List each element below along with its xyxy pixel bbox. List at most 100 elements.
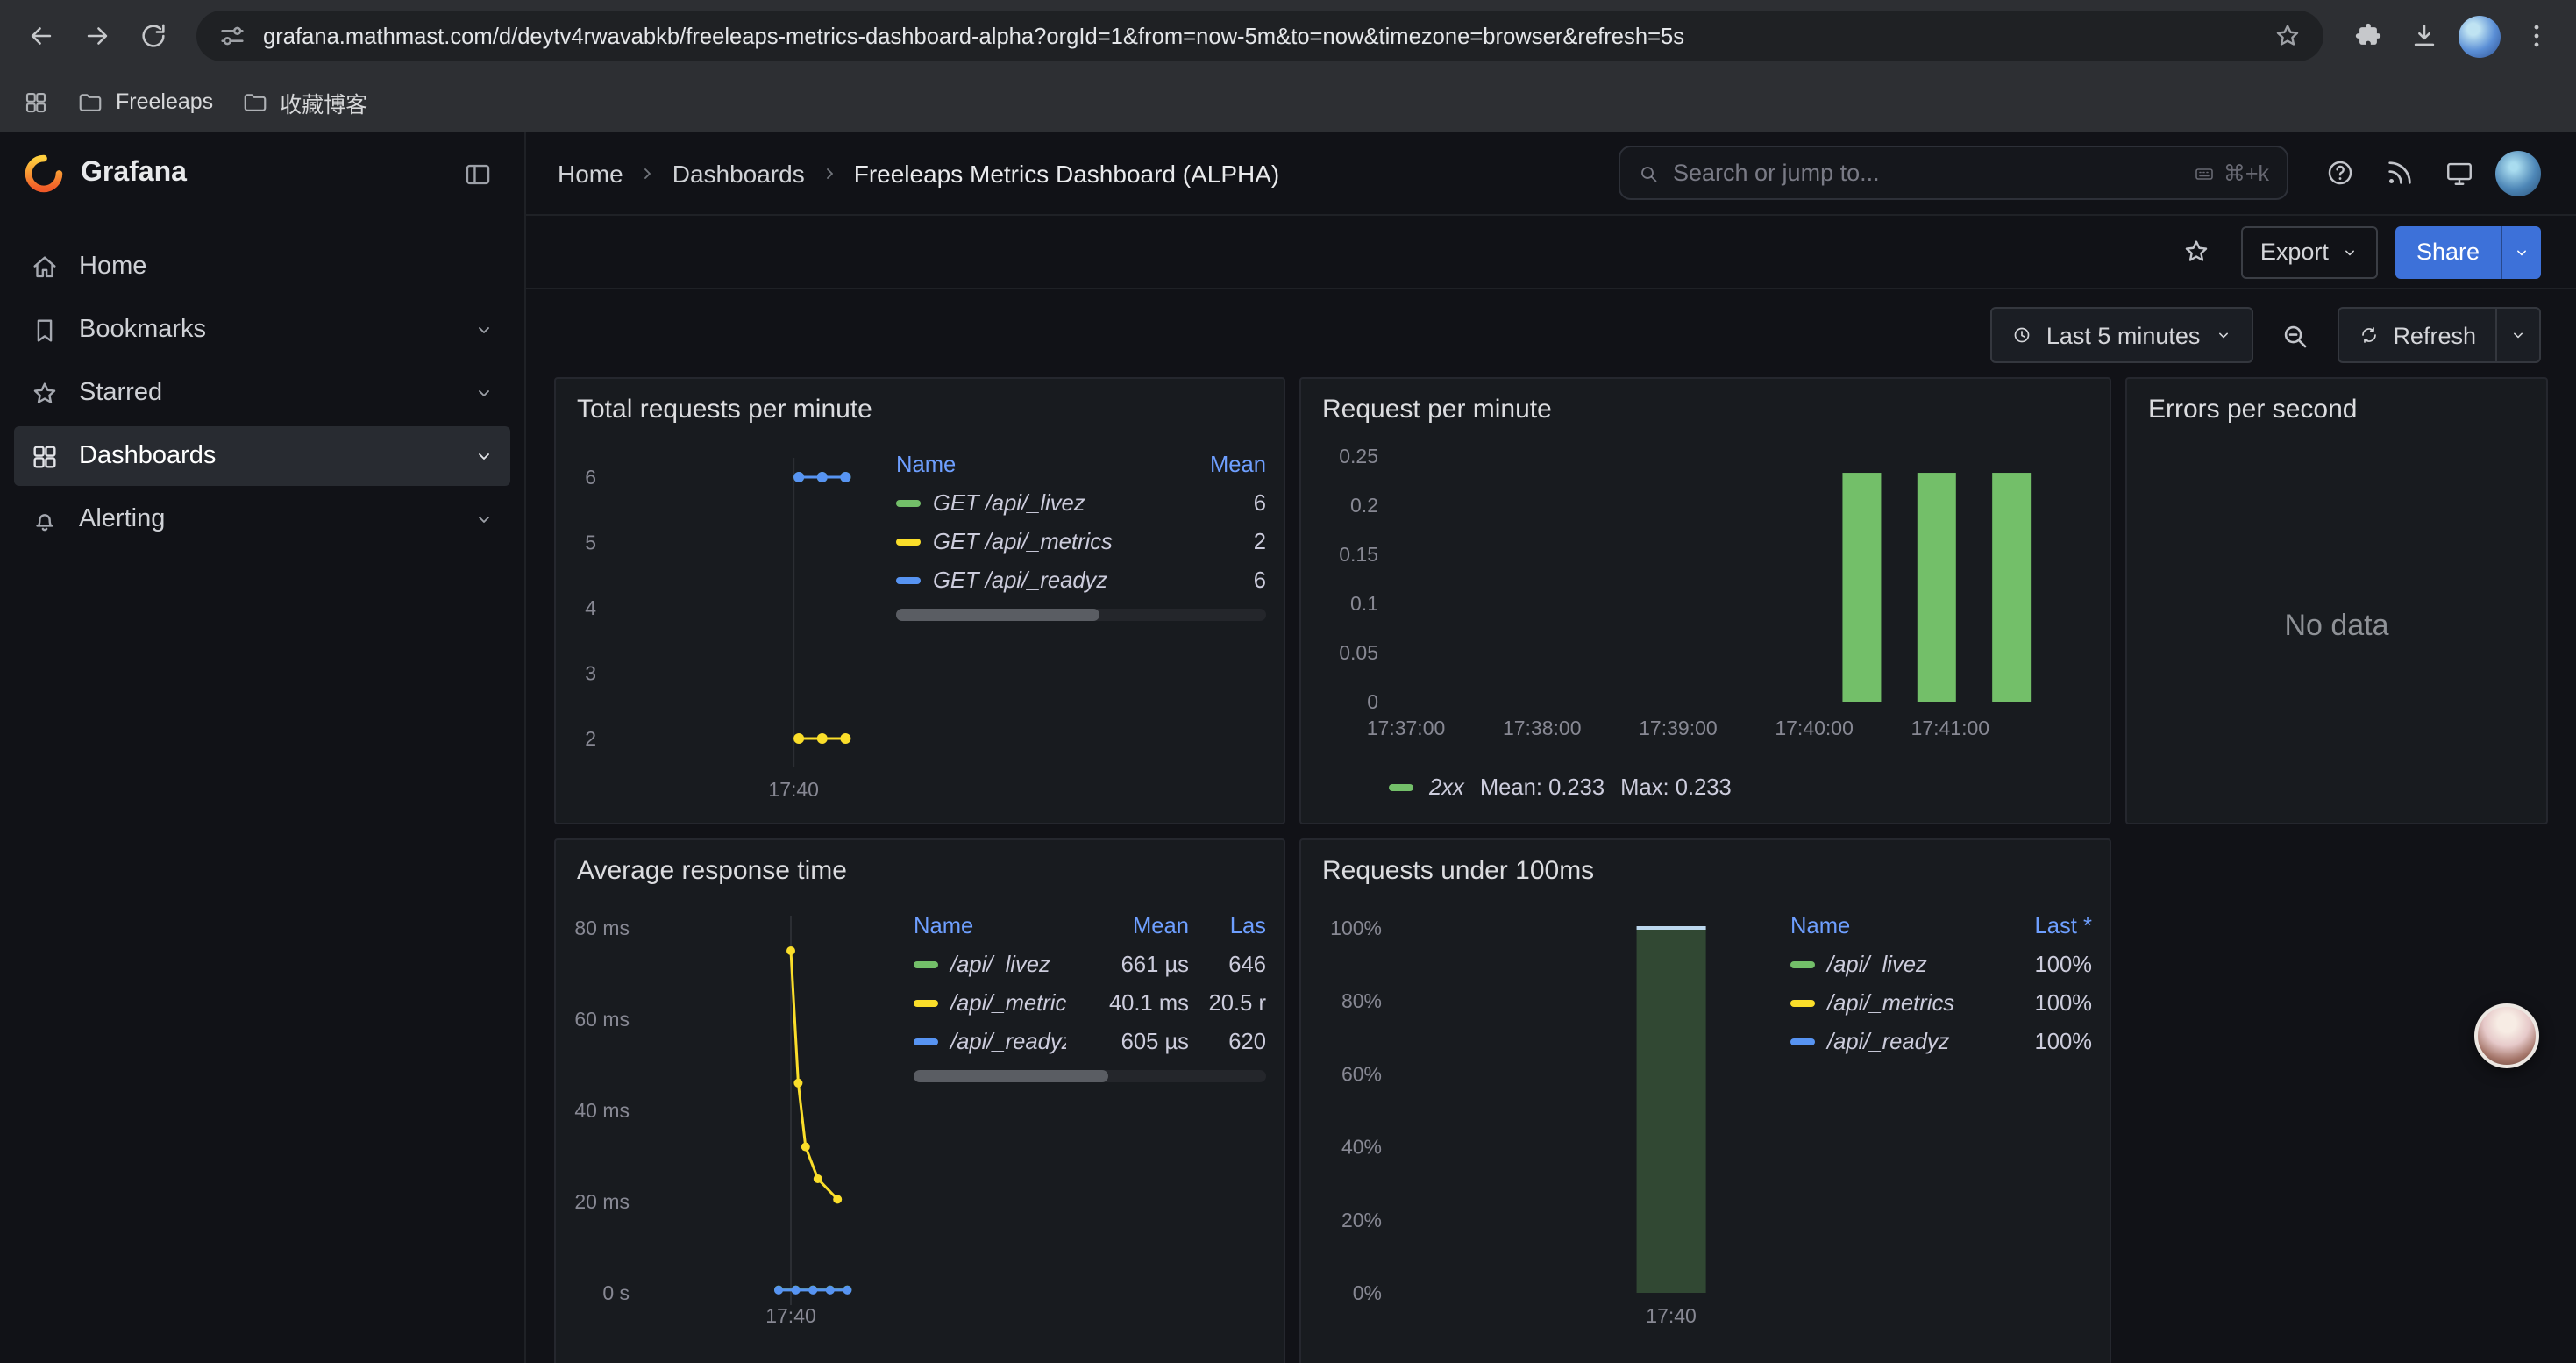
home-icon — [30, 252, 60, 282]
legend-header-mean[interactable]: Mean — [1175, 451, 1266, 477]
legend-header-name[interactable]: Name — [914, 912, 1066, 938]
user-avatar[interactable] — [2492, 146, 2544, 199]
scrollbar-thumb[interactable] — [914, 1070, 1107, 1082]
search-input[interactable]: Search or jump to... ⌘+k — [1619, 146, 2288, 200]
dashboard-toolbar: Export Share — [526, 216, 2576, 289]
share-menu-button[interactable] — [2501, 225, 2541, 278]
bookmark-freeleaps[interactable]: Freeleaps — [77, 89, 213, 115]
share-button[interactable]: Share — [2395, 225, 2501, 278]
refresh-interval-button[interactable] — [2495, 307, 2541, 363]
chevron-down-icon[interactable] — [473, 509, 495, 530]
legend-scrollbar[interactable] — [914, 1070, 1266, 1082]
site-settings-icon[interactable] — [217, 21, 247, 51]
help-button[interactable] — [2313, 146, 2366, 199]
series-swatch — [914, 999, 938, 1006]
svg-text:0 s: 0 s — [602, 1281, 630, 1304]
assistant-avatar[interactable] — [2474, 1003, 2539, 1068]
chevron-right-icon — [819, 162, 840, 183]
chevron-down-icon[interactable] — [473, 319, 495, 340]
svg-text:0.05: 0.05 — [1339, 641, 1378, 664]
legend-inline: 2xx Mean: 0.233 Max: 0.233 — [1305, 774, 2092, 800]
url-bar[interactable]: grafana.mathmast.com/d/deytv4rwavabkb/fr… — [196, 11, 2323, 61]
legend-series[interactable]: GET /api/_livez — [896, 489, 1164, 516]
svg-text:0.2: 0.2 — [1350, 494, 1378, 517]
series-swatch — [1389, 783, 1413, 790]
legend-series[interactable]: GET /api/_readyz — [896, 567, 1164, 593]
panel-title[interactable]: Errors per second — [2127, 379, 2546, 430]
chevron-down-icon — [2341, 243, 2359, 260]
legend-series[interactable]: /api/_readyz — [914, 1028, 1066, 1054]
chevron-right-icon — [637, 162, 658, 183]
clock-icon — [2011, 325, 2032, 346]
scrollbar-thumb[interactable] — [896, 609, 1099, 621]
news-button[interactable] — [2373, 146, 2425, 199]
back-button[interactable] — [14, 10, 67, 62]
brand-row: Grafana — [0, 132, 524, 216]
sidebar-item-dashboards[interactable]: Dashboards — [14, 426, 510, 486]
refresh-button[interactable]: Refresh — [2337, 307, 2497, 363]
sidebar-item-alerting[interactable]: Alerting — [14, 489, 510, 549]
forward-button[interactable] — [70, 10, 123, 62]
legend-scrollbar[interactable] — [896, 609, 1266, 621]
legend-header-last[interactable]: Las — [1199, 912, 1266, 938]
svg-text:0.25: 0.25 — [1339, 445, 1378, 467]
profile-avatar-image — [2459, 15, 2501, 57]
sidebar-item-starred[interactable]: Starred — [14, 363, 510, 423]
legend-series[interactable]: /api/_livez — [914, 951, 1066, 977]
reload-button[interactable] — [126, 10, 179, 62]
chevron-down-icon[interactable] — [473, 446, 495, 467]
bookmark-icon — [30, 315, 60, 345]
refresh-icon — [2358, 325, 2379, 346]
export-button[interactable]: Export — [2241, 225, 2378, 278]
legend-header-last[interactable]: Last * — [2001, 912, 2092, 938]
panel-title[interactable]: Total requests per minute — [556, 379, 1284, 430]
search-icon — [1638, 162, 1659, 183]
bookmark-star-icon[interactable] — [2273, 21, 2302, 51]
zoom-out-button[interactable] — [2266, 307, 2323, 363]
legend-series[interactable]: /api/_metrics — [1790, 989, 1990, 1016]
kiosk-mode-button[interactable] — [2432, 146, 2485, 199]
breadcrumb-dashboards[interactable]: Dashboards — [672, 159, 805, 187]
requests-under-100ms-chart: 100%80%60%40%20%0%17:40 — [1312, 891, 1776, 1351]
extensions-button[interactable] — [2341, 10, 2394, 62]
chevron-down-icon[interactable] — [473, 382, 495, 403]
legend-series[interactable]: 2xx — [1429, 774, 1464, 800]
series-swatch — [914, 1038, 938, 1045]
time-range-picker[interactable]: Last 5 minutes — [1990, 307, 2253, 363]
bell-icon — [30, 504, 60, 534]
legend-max: Max: 0.233 — [1620, 774, 1732, 800]
bookmarks-bar: Freeleaps 收藏博客 — [0, 72, 2576, 132]
svg-text:20 ms: 20 ms — [574, 1190, 630, 1213]
legend-series[interactable]: GET /api/_metrics — [896, 528, 1164, 554]
legend-header-mean[interactable]: Mean — [1077, 912, 1189, 938]
series-swatch — [1790, 960, 1815, 967]
legend-table: Name Last * /api/_livez 100% /api/_metri… — [1790, 912, 2092, 1363]
panel-title[interactable]: Request per minute — [1301, 379, 2110, 430]
legend-table: Name Mean GET /api/_livez 6 GET /api/_me… — [896, 451, 1266, 812]
url-text: grafana.mathmast.com/d/deytv4rwavabkb/fr… — [263, 23, 2257, 49]
legend-series[interactable]: /api/_metrics — [914, 989, 1066, 1016]
sidebar-item-bookmarks[interactable]: Bookmarks — [14, 300, 510, 360]
legend-header-name[interactable]: Name — [1790, 912, 1990, 938]
avg-response-time-chart: 80 ms60 ms40 ms20 ms0 s17:40 — [566, 891, 900, 1351]
legend-header-name[interactable]: Name — [896, 451, 1164, 477]
legend-mean-value: 605 µs — [1077, 1028, 1189, 1054]
search-shortcut: ⌘+k — [2194, 160, 2269, 186]
legend-series[interactable]: /api/_readyz — [1790, 1028, 1990, 1054]
series-swatch — [914, 960, 938, 967]
legend-series[interactable]: /api/_livez — [1790, 951, 1990, 977]
svg-text:17:41:00: 17:41:00 — [1911, 717, 1990, 739]
chevron-down-icon — [2513, 243, 2530, 260]
browser-profile-avatar[interactable] — [2453, 10, 2506, 62]
browser-menu-button[interactable] — [2509, 10, 2562, 62]
panel-title[interactable]: Average response time — [556, 840, 1284, 891]
sidebar-item-home[interactable]: Home — [14, 237, 510, 296]
sidebar-toggle-button[interactable] — [456, 152, 500, 196]
breadcrumb-home[interactable]: Home — [558, 159, 623, 187]
apps-grid-icon[interactable] — [23, 89, 49, 115]
favorite-dashboard-button[interactable] — [2171, 225, 2224, 278]
bookmark-blog[interactable]: 收藏博客 — [241, 85, 367, 118]
downloads-button[interactable] — [2397, 10, 2450, 62]
panel-title[interactable]: Requests under 100ms — [1301, 840, 2110, 891]
series-swatch — [896, 576, 921, 583]
